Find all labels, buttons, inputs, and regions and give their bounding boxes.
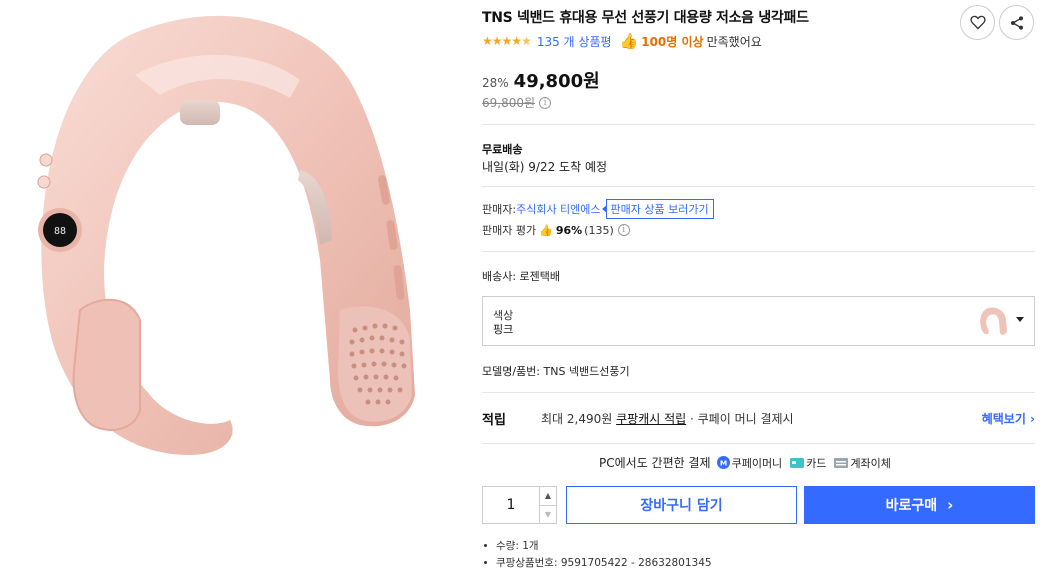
buy-now-button[interactable]: 바로구매 › bbox=[804, 486, 1035, 524]
review-count-link[interactable]: 135 개 상품평 bbox=[537, 33, 612, 50]
bank-transfer-icon bbox=[834, 457, 849, 468]
seller-rating-count: (135) bbox=[584, 223, 614, 237]
payment-label: PC에서도 간편한 결제 bbox=[599, 456, 711, 470]
payment-card: 카드 bbox=[790, 455, 826, 471]
model-info: 모델명/품번: TNS 넥밴드선풍기 bbox=[482, 365, 630, 378]
seller-row: 판매자: 주식회사 티엔에스 판매자 상품 보러가기 bbox=[482, 199, 714, 219]
chevron-right-icon: › bbox=[947, 496, 954, 514]
original-price-row: 69,800원 i bbox=[482, 94, 552, 111]
info-icon[interactable]: i bbox=[539, 96, 552, 109]
rating-row: ★ ★ ★ ★ ★ 135 개 상품평 👍 100명 이상 만족했어요 bbox=[482, 32, 762, 50]
quantity-decrease-button[interactable]: ▼ bbox=[540, 504, 556, 524]
coupay-icon: M bbox=[716, 456, 730, 469]
carrier-info: 배송사: 로젠택배 bbox=[482, 270, 561, 283]
payment-coupay: M 쿠페이머니 bbox=[716, 455, 782, 471]
list-item: 쿠팡상품번호: 9591705422 - 28632801345 bbox=[482, 555, 712, 572]
thumbs-up-icon: 👍 bbox=[619, 32, 639, 50]
original-price: 69,800원 bbox=[482, 96, 536, 110]
svg-text:M: M bbox=[719, 458, 726, 467]
benefits-link[interactable]: 혜택보기 › bbox=[982, 410, 1035, 427]
detail-list: 수량: 1개 쿠팡상품번호: 9591705422 - 28632801345 bbox=[482, 538, 712, 572]
divider bbox=[482, 392, 1035, 393]
payment-bank: 계좌이체 bbox=[834, 455, 891, 471]
quantity-input[interactable] bbox=[483, 487, 539, 523]
payment-methods: PC에서도 간편한 결제 M 쿠페이머니 카드 계좌이체 bbox=[599, 454, 899, 471]
reward-amount: 최대 2,490원 bbox=[541, 412, 613, 426]
share-button[interactable] bbox=[999, 5, 1034, 40]
option-select[interactable]: 색상 핑크 bbox=[482, 296, 1035, 346]
reward-title: 적립 bbox=[482, 413, 506, 428]
share-icon bbox=[1010, 15, 1023, 30]
divider bbox=[482, 124, 1035, 125]
reward-description: 최대 2,490원 쿠팡캐시 적립 · 쿠페이 머니 결제시 bbox=[541, 410, 794, 427]
price-row: 28% 49,800원 bbox=[482, 67, 600, 93]
chevron-down-icon bbox=[1016, 317, 1024, 322]
half-star-icon: ★ bbox=[521, 34, 532, 48]
heart-icon bbox=[969, 15, 986, 30]
product-title: TNS 넥밴드 휴대용 무선 선풍기 대용량 저소음 냉각패드 bbox=[482, 10, 809, 26]
sale-price: 49,800원 bbox=[513, 71, 600, 92]
thumbs-up-outline-icon: 👍 bbox=[539, 223, 553, 237]
shipping-title: 무료배송 bbox=[482, 143, 523, 156]
wishlist-button[interactable] bbox=[960, 5, 995, 40]
star-rating: ★ ★ ★ ★ ★ bbox=[482, 34, 532, 48]
divider bbox=[482, 443, 1035, 444]
seller-name-link[interactable]: 주식회사 티엔에스 bbox=[516, 201, 600, 217]
star-icon: ★ bbox=[511, 34, 522, 48]
option-value: 핑크 bbox=[493, 323, 514, 336]
product-image: 88 bbox=[37, 15, 416, 456]
seller-rating-label: 판매자 평가 bbox=[482, 224, 537, 237]
seller-rating-row: 판매자 평가 👍 96% (135) i bbox=[482, 222, 630, 238]
add-to-cart-button[interactable]: 장바구니 담기 bbox=[566, 486, 797, 524]
list-item: 수량: 1개 bbox=[482, 538, 712, 555]
buy-now-label: 바로구매 bbox=[885, 498, 938, 514]
star-icon: ★ bbox=[491, 34, 503, 48]
option-thumbnail bbox=[980, 307, 1007, 335]
card-icon bbox=[790, 457, 805, 468]
seller-products-button[interactable]: 판매자 상품 보러가기 bbox=[601, 199, 714, 219]
seller-label: 판매자: bbox=[482, 203, 517, 216]
satisfied-text: 만족했어요 bbox=[706, 34, 762, 49]
coupang-cash-link[interactable]: 쿠팡캐시 적립 bbox=[616, 412, 686, 426]
seller-rating-percent: 96% bbox=[555, 223, 583, 237]
svg-text:88: 88 bbox=[54, 226, 66, 237]
reward-condition: · 쿠페이 머니 결제시 bbox=[690, 412, 794, 426]
star-icon: ★ bbox=[482, 34, 493, 48]
divider bbox=[482, 251, 1035, 252]
divider bbox=[482, 186, 1035, 187]
star-icon: ★ bbox=[501, 34, 513, 48]
quantity-increase-button[interactable]: ▲ bbox=[540, 487, 556, 505]
discount-rate: 28% bbox=[482, 76, 509, 90]
arrival-date: 내일(화) 9/22 도착 예정 bbox=[482, 160, 608, 174]
satisfied-count: 100명 이상 bbox=[641, 34, 704, 49]
quantity-stepper: ▲ ▼ bbox=[482, 486, 557, 524]
info-icon[interactable]: i bbox=[617, 224, 630, 236]
